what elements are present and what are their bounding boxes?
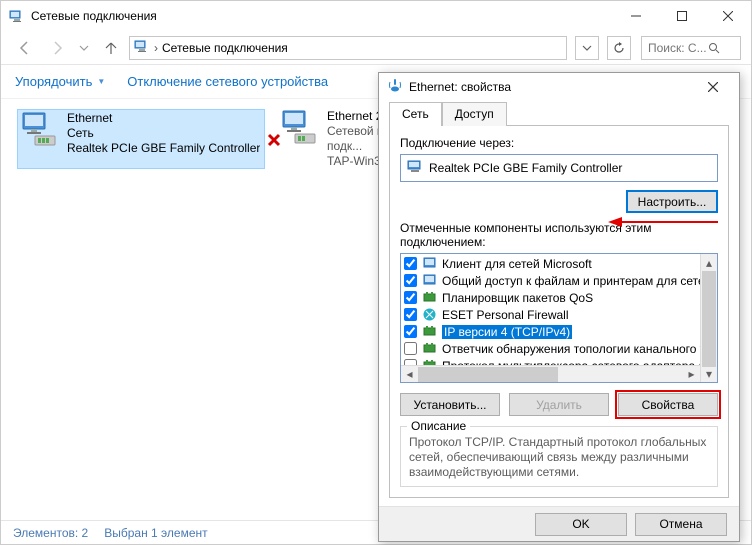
search-box[interactable] <box>641 36 741 60</box>
maximize-button[interactable] <box>659 1 705 31</box>
adapter-icon <box>407 160 423 177</box>
tab-panel-network: Подключение через: Realtek PCIe GBE Fami… <box>389 125 729 498</box>
component-label: IP версии 4 (TCP/IPv4) <box>442 325 572 339</box>
window-controls <box>613 1 751 31</box>
ethernet-properties-dialog: Ethernet: свойства Сеть Доступ Подключен… <box>378 72 740 542</box>
horizontal-scrollbar[interactable]: ◂ ▸ <box>401 365 700 382</box>
up-button[interactable] <box>97 34 125 62</box>
components-listbox[interactable]: Клиент для сетей Microsoft Общий доступ к… <box>400 253 718 383</box>
ok-button[interactable]: OK <box>535 513 627 536</box>
network-connections-icon <box>9 8 25 24</box>
connection-device: Realtek PCIe GBE Family Controller <box>67 141 260 156</box>
component-label: Клиент для сетей Microsoft <box>442 257 592 271</box>
component-icon <box>422 307 437 322</box>
refresh-button[interactable] <box>607 36 631 60</box>
dialog-tabs: Сеть Доступ <box>379 101 739 125</box>
component-checkbox[interactable] <box>404 342 417 355</box>
component-checkbox[interactable] <box>404 325 417 338</box>
connection-status: Сеть <box>67 126 260 141</box>
status-elements: Элементов: 2 <box>13 526 88 540</box>
status-selected: Выбран 1 элемент <box>104 526 207 540</box>
scroll-thumb[interactable] <box>702 271 716 367</box>
description-group: Описание Протокол TCP/IP. Стандартный пр… <box>400 426 718 487</box>
address-bar-row: › Сетевые подключения <box>1 31 751 65</box>
organize-menu[interactable]: Упорядочить ▼ <box>15 74 105 89</box>
scroll-up-arrow[interactable]: ▴ <box>701 254 717 271</box>
component-icon <box>422 273 437 288</box>
search-input[interactable] <box>646 40 708 56</box>
dialog-titlebar: Ethernet: свойства <box>379 73 739 101</box>
component-icon <box>422 290 437 305</box>
scroll-down-arrow[interactable]: ▾ <box>701 365 717 382</box>
component-checkbox[interactable] <box>404 291 417 304</box>
component-item[interactable]: Клиент для сетей Microsoft <box>401 255 717 272</box>
connection-icon <box>19 111 59 149</box>
connection-icon <box>279 109 319 147</box>
chevron-down-icon: ▼ <box>97 77 105 86</box>
tab-network[interactable]: Сеть <box>389 102 442 126</box>
connection-info: Ethernet Сеть Realtek PCIe GBE Family Co… <box>67 111 260 156</box>
component-label: Ответчик обнаружения топологии канальног… <box>442 342 718 356</box>
breadcrumb-icon <box>134 38 150 57</box>
error-x-icon <box>267 133 281 152</box>
adapter-box: Realtek PCIe GBE Family Controller <box>400 154 718 182</box>
description-text: Протокол TCP/IP. Стандартный протокол гл… <box>409 435 709 480</box>
description-caption: Описание <box>407 419 470 433</box>
component-buttons-row: Установить... Удалить Свойства <box>400 393 718 416</box>
component-checkbox[interactable] <box>404 257 417 270</box>
forward-button[interactable] <box>43 34 71 62</box>
window-title: Сетевые подключения <box>31 9 613 23</box>
connection-item-ethernet[interactable]: Ethernet Сеть Realtek PCIe GBE Family Co… <box>17 109 265 169</box>
breadcrumb-segment[interactable]: Сетевые подключения <box>162 41 288 55</box>
component-icon <box>422 256 437 271</box>
component-item[interactable]: IP версии 4 (TCP/IPv4) <box>401 323 717 340</box>
address-dropdown-button[interactable] <box>575 36 599 60</box>
back-button[interactable] <box>11 34 39 62</box>
install-button[interactable]: Установить... <box>400 393 500 416</box>
vertical-scrollbar[interactable]: ▴ ▾ <box>700 254 717 382</box>
address-bar[interactable]: › Сетевые подключения <box>129 36 567 60</box>
organize-label: Упорядочить <box>15 74 92 89</box>
component-item[interactable]: Ответчик обнаружения топологии канальног… <box>401 340 717 357</box>
components-label: Отмеченные компоненты используются этим … <box>400 221 718 249</box>
search-icon <box>708 42 720 54</box>
component-icon <box>422 341 437 356</box>
adapter-name: Realtek PCIe GBE Family Controller <box>429 161 622 175</box>
breadcrumb-chevron-icon[interactable]: › <box>154 41 158 55</box>
component-icon <box>422 324 437 339</box>
tab-access[interactable]: Доступ <box>442 102 507 126</box>
remove-button: Удалить <box>509 393 609 416</box>
minimize-button[interactable] <box>613 1 659 31</box>
titlebar: Сетевые подключения <box>1 1 751 31</box>
ethernet-properties-icon <box>387 77 403 98</box>
scroll-right-arrow[interactable]: ▸ <box>683 366 700 383</box>
component-checkbox[interactable] <box>404 308 417 321</box>
close-button[interactable] <box>705 1 751 31</box>
scroll-left-arrow[interactable]: ◂ <box>401 366 418 383</box>
component-label: Общий доступ к файлам и принтерам для се… <box>442 274 718 288</box>
component-label: ESET Personal Firewall <box>442 308 569 322</box>
disable-device-command[interactable]: Отключение сетевого устройства <box>127 74 328 89</box>
configure-button[interactable]: Настроить... <box>626 190 718 213</box>
component-checkbox[interactable] <box>404 274 417 287</box>
connect-through-label: Подключение через: <box>400 136 718 150</box>
dialog-title: Ethernet: свойства <box>409 80 695 94</box>
scroll-thumb-h[interactable] <box>418 367 558 382</box>
component-item[interactable]: Общий доступ к файлам и принтерам для се… <box>401 272 717 289</box>
component-item[interactable]: ESET Personal Firewall <box>401 306 717 323</box>
component-label: Планировщик пакетов QoS <box>442 291 593 305</box>
dialog-button-bar: OK Отмена <box>379 506 739 541</box>
dialog-close-button[interactable] <box>695 73 731 101</box>
recent-locations-button[interactable] <box>75 34 93 62</box>
connection-name: Ethernet <box>67 111 260 126</box>
properties-button[interactable]: Свойства <box>618 393 718 416</box>
component-item[interactable]: Планировщик пакетов QoS <box>401 289 717 306</box>
cancel-button[interactable]: Отмена <box>635 513 727 536</box>
